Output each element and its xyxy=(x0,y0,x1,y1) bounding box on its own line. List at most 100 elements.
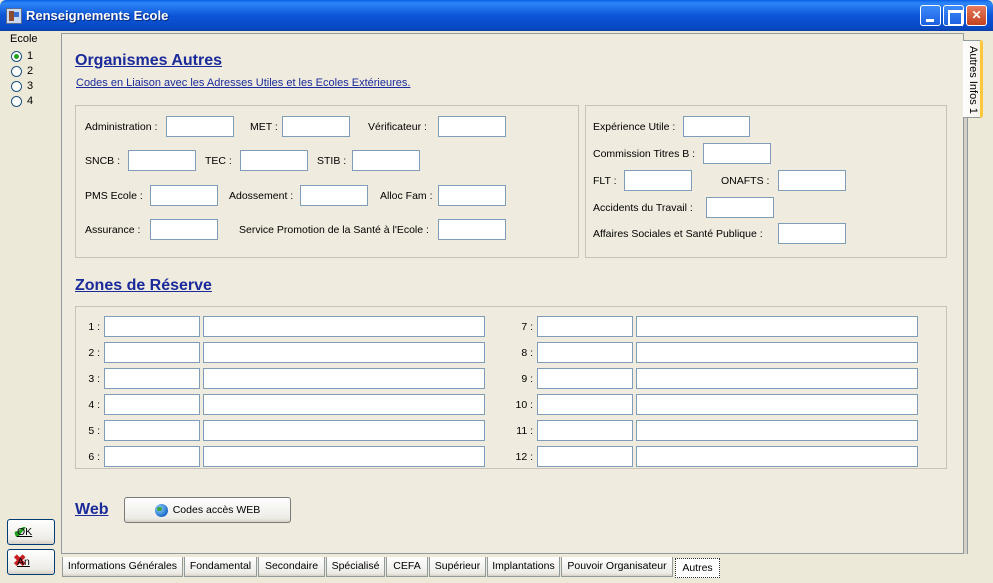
title-bar: Renseignements Ecole ✕ xyxy=(0,0,993,31)
tab-fondamental[interactable]: Fondamental xyxy=(184,557,257,577)
ecole-radio-3[interactable]: 3 xyxy=(11,79,33,93)
maximize-button[interactable] xyxy=(943,5,964,26)
flt-field[interactable] xyxy=(624,170,692,191)
experience-field[interactable] xyxy=(683,116,750,137)
reserve-code-field[interactable] xyxy=(537,342,633,363)
reserve-code-field[interactable] xyxy=(537,316,633,337)
reserve-label-right-1: 8 : xyxy=(521,347,533,359)
reserve-label-right-3: 10 : xyxy=(515,399,533,411)
reserve-code-field[interactable] xyxy=(537,446,633,467)
tab-autres[interactable]: Autres xyxy=(675,558,720,578)
reserve-code-field[interactable] xyxy=(104,394,200,415)
pms-label: PMS Ecole : xyxy=(85,190,143,202)
accidents-label: Accidents du Travail : xyxy=(593,202,693,214)
tab-specialise[interactable]: Spécialisé xyxy=(326,557,385,577)
reserve-text-field[interactable] xyxy=(636,342,918,363)
tab-secondaire[interactable]: Secondaire xyxy=(258,557,325,577)
cancel-button[interactable]: ✖ An xyxy=(7,549,55,575)
reserve-code-field[interactable] xyxy=(104,342,200,363)
reserve-text-field[interactable] xyxy=(203,316,485,337)
experience-label: Expérience Utile : xyxy=(593,121,676,133)
tab-autres-infos-1[interactable]: Autres Infos 1 xyxy=(963,40,983,118)
flt-label: FLT : xyxy=(593,175,617,187)
accidents-field[interactable] xyxy=(706,197,774,218)
reserve-label-right-2: 9 : xyxy=(521,373,533,385)
reserve-code-field[interactable] xyxy=(537,394,633,415)
reserve-title: Zones de Réserve xyxy=(75,277,212,294)
ok-button[interactable]: ✔ OK xyxy=(7,519,55,545)
radio-icon[interactable] xyxy=(11,95,22,107)
administration-label: Administration : xyxy=(85,121,158,133)
affaires-field[interactable] xyxy=(778,223,846,244)
tec-label: TEC : xyxy=(205,155,232,167)
tab-implantations[interactable]: Implantations xyxy=(487,557,560,577)
reserve-text-field[interactable] xyxy=(203,368,485,389)
commission-label: Commission Titres B : xyxy=(593,148,696,160)
reserve-text-field[interactable] xyxy=(636,394,918,415)
reserve-label-left-0: 1 : xyxy=(88,321,100,333)
tab-superieur[interactable]: Supérieur xyxy=(429,557,486,577)
verificateur-field[interactable] xyxy=(438,116,506,137)
reserve-text-field[interactable] xyxy=(203,394,485,415)
ecole-radio-1[interactable]: 1 xyxy=(11,49,33,63)
sncb-label: SNCB : xyxy=(85,155,121,167)
reserve-code-field[interactable] xyxy=(537,420,633,441)
reserve-text-field[interactable] xyxy=(203,446,485,467)
reserve-text-field[interactable] xyxy=(636,420,918,441)
reserve-label-left-3: 4 : xyxy=(88,399,100,411)
reserve-text-field[interactable] xyxy=(203,342,485,363)
alloc-label: Alloc Fam : xyxy=(380,190,433,202)
met-field[interactable] xyxy=(282,116,350,137)
stib-label: STIB : xyxy=(317,155,347,167)
assurance-field[interactable] xyxy=(150,219,218,240)
onafts-field[interactable] xyxy=(778,170,846,191)
affaires-label: Affaires Sociales et Santé Publique : xyxy=(593,228,763,240)
radio-selected-icon[interactable] xyxy=(11,50,22,62)
reserve-code-field[interactable] xyxy=(104,316,200,337)
minimize-button[interactable] xyxy=(920,5,941,26)
reserve-label-left-1: 2 : xyxy=(88,347,100,359)
adossement-field[interactable] xyxy=(300,185,368,206)
organismes-title: Organismes Autres xyxy=(75,52,223,69)
reserve-code-field[interactable] xyxy=(537,368,633,389)
pms-field[interactable] xyxy=(150,185,218,206)
organismes-subtitle: Codes en Liaison avec les Adresses Utile… xyxy=(76,77,411,89)
reserve-text-field[interactable] xyxy=(203,420,485,441)
tec-field[interactable] xyxy=(240,150,308,171)
reserve-text-field[interactable] xyxy=(636,316,918,337)
radio-icon[interactable] xyxy=(11,80,22,92)
assurance-label: Assurance : xyxy=(85,224,141,236)
tab-informations-generales[interactable]: Informations Générales xyxy=(62,557,183,577)
alloc-field[interactable] xyxy=(438,185,506,206)
close-button[interactable]: ✕ xyxy=(966,5,987,26)
reserve-text-field[interactable] xyxy=(636,368,918,389)
window-title: Renseignements Ecole xyxy=(26,8,169,23)
administration-field[interactable] xyxy=(166,116,234,137)
adossement-label: Adossement : xyxy=(229,190,294,202)
ecole-radio-4[interactable]: 4 xyxy=(11,94,33,108)
reserve-label-right-5: 12 : xyxy=(515,451,533,463)
app-icon xyxy=(6,8,22,24)
reserve-code-field[interactable] xyxy=(104,420,200,441)
commission-field[interactable] xyxy=(703,143,771,164)
reserve-label-left-4: 5 : xyxy=(88,425,100,437)
reserve-label-right-0: 7 : xyxy=(521,321,533,333)
reserve-label-left-5: 6 : xyxy=(88,451,100,463)
tab-cefa[interactable]: CEFA xyxy=(386,557,428,577)
verificateur-label: Vérificateur : xyxy=(368,121,427,133)
reserve-code-field[interactable] xyxy=(104,368,200,389)
service-field[interactable] xyxy=(438,219,506,240)
ecole-radio-2[interactable]: 2 xyxy=(11,64,33,78)
sncb-field[interactable] xyxy=(128,150,196,171)
radio-icon[interactable] xyxy=(11,65,22,77)
codes-web-button[interactable]: Codes accès WEB xyxy=(124,497,291,523)
web-title: Web xyxy=(75,501,109,518)
stib-field[interactable] xyxy=(352,150,420,171)
reserve-text-field[interactable] xyxy=(636,446,918,467)
globe-icon xyxy=(154,503,168,517)
service-label: Service Promotion de la Santé à l'Ecole … xyxy=(239,224,429,236)
onafts-label: ONAFTS : xyxy=(721,175,770,187)
tab-pouvoir-organisateur[interactable]: Pouvoir Organisateur xyxy=(561,557,673,577)
met-label: MET : xyxy=(250,121,278,133)
reserve-code-field[interactable] xyxy=(104,446,200,467)
